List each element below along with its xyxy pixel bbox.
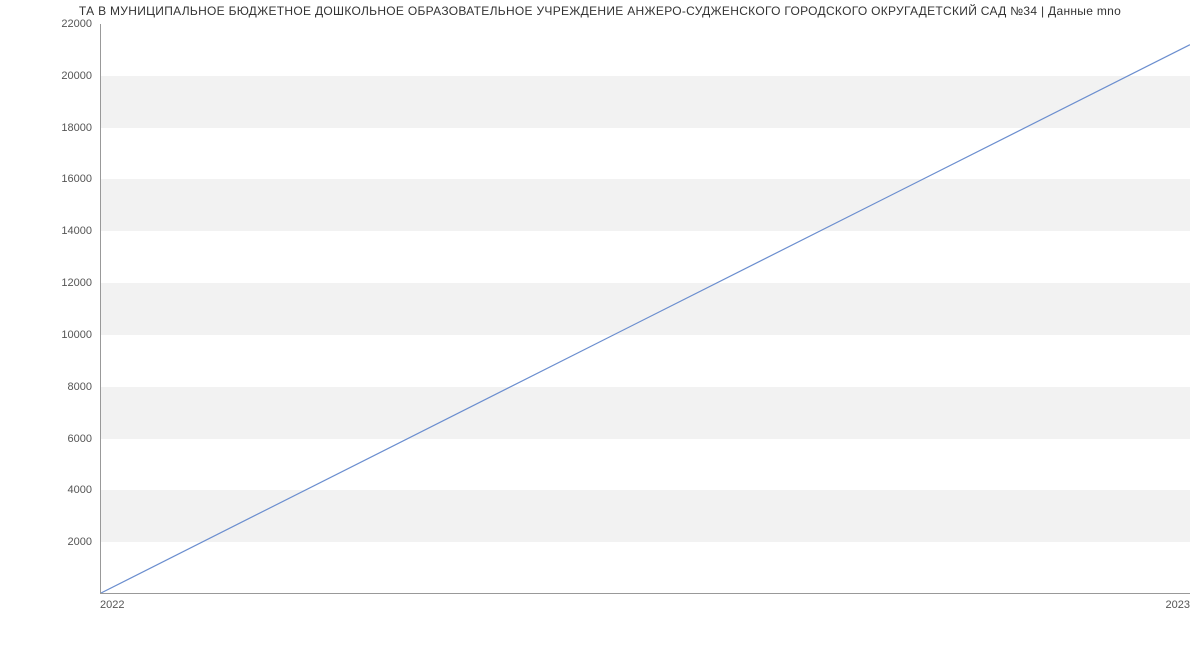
y-axis: 2000 4000 6000 8000 10000 12000 14000 16000 1800… xyxy=(0,24,100,594)
x-tick-label: 2022 xyxy=(100,599,124,611)
chart-line xyxy=(101,24,1190,593)
x-tick-label: 2023 xyxy=(1166,599,1190,611)
y-tick-label: 20000 xyxy=(61,70,92,82)
y-tick-label: 12000 xyxy=(61,277,92,289)
plot-area xyxy=(100,24,1190,594)
y-tick-label: 14000 xyxy=(61,225,92,237)
y-tick-label: 16000 xyxy=(61,173,92,185)
y-tick-label: 10000 xyxy=(61,329,92,341)
y-tick-label: 18000 xyxy=(61,122,92,134)
y-tick-label: 22000 xyxy=(61,18,92,30)
x-axis: 2022 2023 xyxy=(100,599,1190,619)
y-tick-label: 4000 xyxy=(68,484,92,496)
chart-container: ТА В МУНИЦИПАЛЬНОЕ БЮДЖЕТНОЕ ДОШКОЛЬНОЕ … xyxy=(0,0,1200,650)
y-tick-label: 8000 xyxy=(68,381,92,393)
y-tick-label: 6000 xyxy=(68,433,92,445)
plot-wrapper: 2000 4000 6000 8000 10000 12000 14000 16000 1800… xyxy=(0,24,1200,650)
y-tick-label: 2000 xyxy=(68,536,92,548)
chart-title: ТА В МУНИЦИПАЛЬНОЕ БЮДЖЕТНОЕ ДОШКОЛЬНОЕ … xyxy=(0,0,1200,22)
